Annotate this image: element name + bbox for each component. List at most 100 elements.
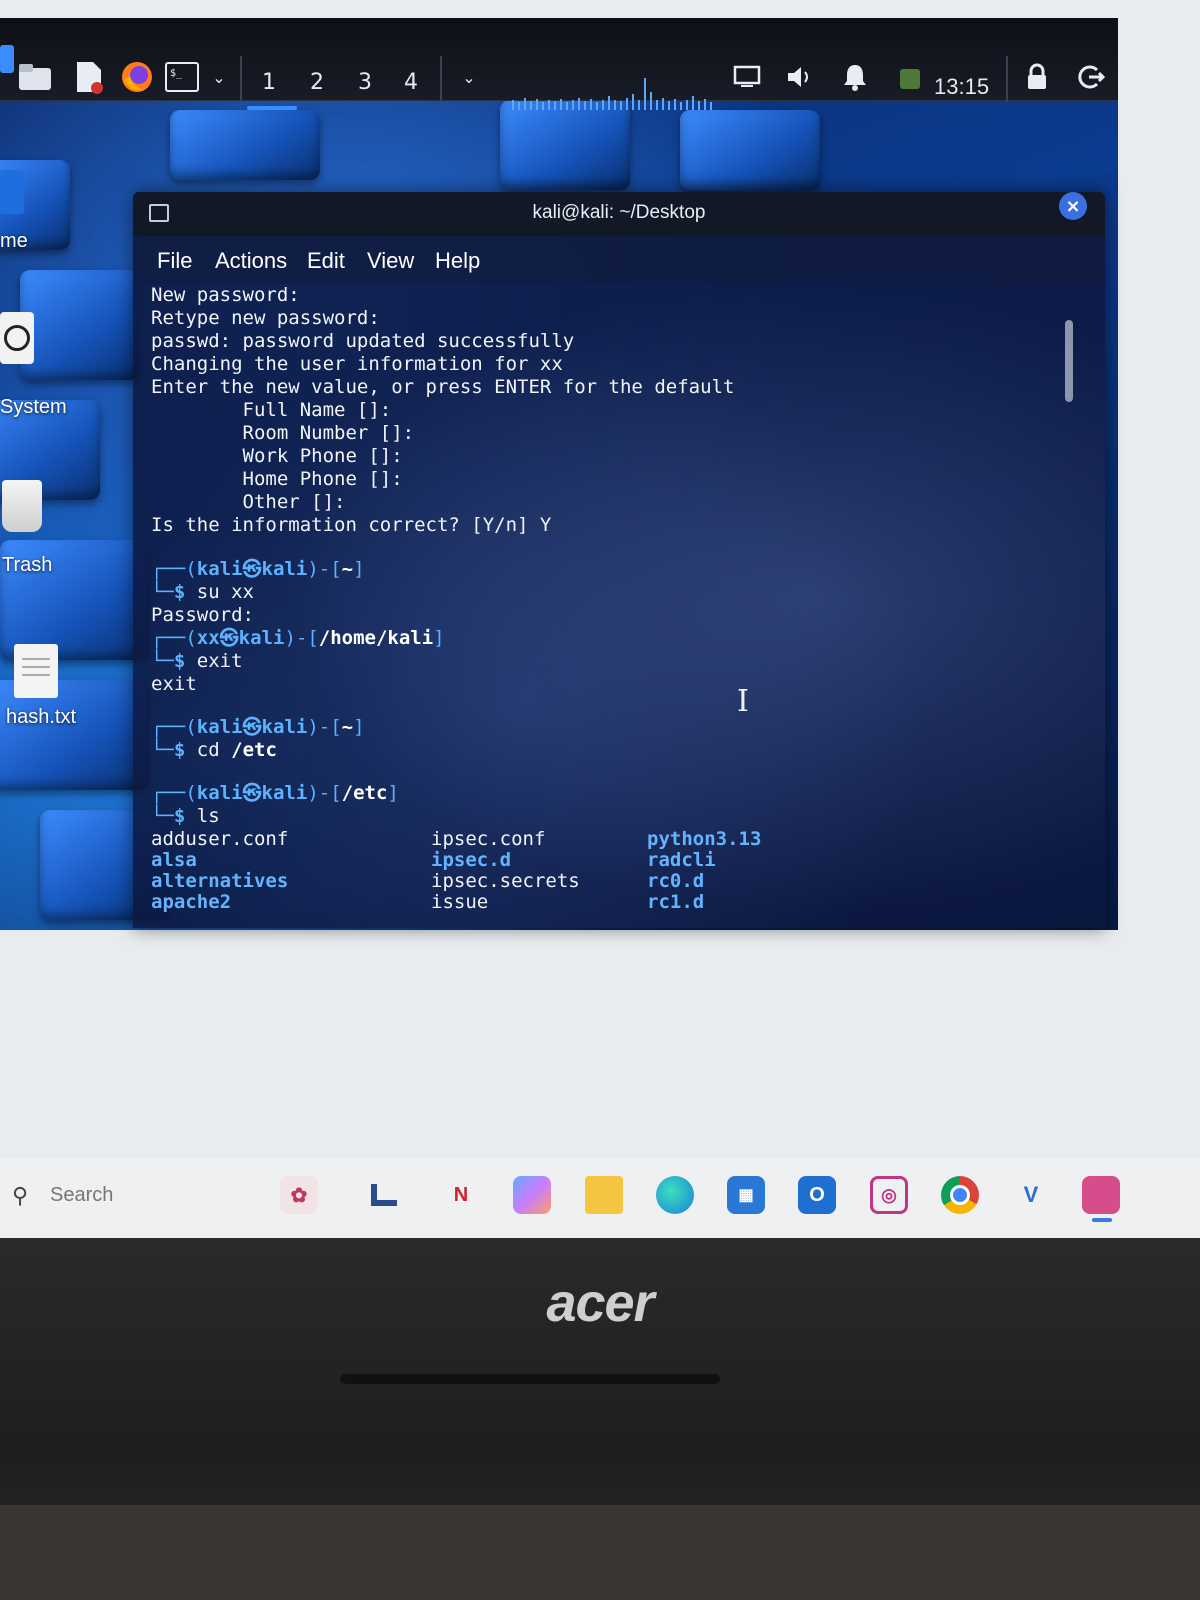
ls-entry: issue [431,891,489,913]
lock-icon[interactable] [1020,60,1054,94]
workspace-2[interactable]: 2 [310,70,324,95]
terminal-title: kali@kali: ~/Desktop [532,202,706,223]
prompt-header: ┌──(kali㉿kali)-[/etc] [151,782,399,804]
active-app-indicator [1092,1218,1112,1222]
wallpaper-keycap [20,270,140,380]
panel-separator [1006,56,1008,102]
prompt-command: └─$ su xx [151,581,254,603]
terminal-line: Is the information correct? [Y/n] Y [151,514,552,536]
ls-entry: ipsec.secrets [431,870,580,892]
chrome-icon[interactable] [941,1176,979,1214]
app-icon[interactable] [365,1176,403,1214]
chevron-down-icon[interactable]: ⌄ [202,60,236,94]
terminal-scrollbar[interactable] [1065,320,1073,402]
workspace-1[interactable]: 1 [262,70,276,95]
wallpaper-keycap [500,100,630,190]
terminal-line: New password: [151,284,300,306]
display-icon[interactable] [730,60,764,94]
prompt-command: └─$ ls [151,805,220,827]
text-file-icon [14,644,58,698]
volume-icon[interactable] [782,60,816,94]
prompt-header: ┌──(xx㉿kali)-[/home/kali] [151,627,445,649]
file-manager-icon[interactable] [18,60,52,94]
brand-logo: acer [546,1273,654,1333]
menu-edit[interactable]: Edit [307,248,345,274]
firefox-icon[interactable] [120,60,154,94]
prompt-host: kali [261,716,308,738]
prompt-host: kali [261,558,308,580]
ls-entry: radcli [647,849,716,871]
ls-entry: alternatives [151,870,289,892]
desktop-icon-label: Trash [2,554,53,576]
prompt-path: ~ [341,716,354,738]
prompt-path: /etc [341,782,388,804]
menu-file[interactable]: File [157,248,192,274]
logout-icon[interactable] [1074,60,1108,94]
n-app-icon[interactable]: N [442,1176,480,1214]
prompt-command: └─$ exit [151,650,243,672]
cpu-graph [512,78,712,110]
copilot-app-icon[interactable]: ✿ [280,1176,318,1214]
command-text: exit [196,650,243,672]
close-icon[interactable]: × [1059,192,1087,220]
prompt-header: ┌──(kali㉿kali)-[~] [151,558,365,580]
ls-entry: ipsec.d [431,849,512,871]
trash-icon [2,480,42,532]
folder-icon [0,170,24,214]
active-workspace-indicator [247,106,297,110]
laptop-base [0,1505,1200,1600]
outlook-icon[interactable]: O [798,1176,836,1214]
svg-text:$_: $_ [170,68,183,79]
file-explorer-icon[interactable] [585,1176,623,1214]
prompt-user: kali [196,716,243,738]
panel-separator [440,56,442,102]
terminal-icon[interactable]: $_ [165,60,199,94]
menu-actions[interactable]: Actions [215,248,287,274]
instagram-icon[interactable]: ◎ [870,1176,908,1214]
terminal-line: Password: [151,604,254,626]
ls-entry: rc0.d [647,870,705,892]
terminal-titlebar[interactable]: kali@kali: ~/Desktop [133,192,1105,236]
bezel-hinge [340,1374,720,1384]
edge-icon[interactable] [656,1176,694,1214]
prompt-host: kali [261,782,308,804]
network-status-icon[interactable] [893,62,927,96]
store-icon[interactable]: ▦ [727,1176,765,1214]
terminal-line: Retype new password: [151,307,380,329]
command-text: su xx [196,581,254,603]
workspace-3[interactable]: 3 [358,70,372,95]
terminal-menubar: File Actions Edit View Help [133,236,1105,284]
prompt-command: └─$ cd /etc [151,739,277,761]
prompt-host: kali [238,627,285,649]
menu-help[interactable]: Help [435,248,480,274]
ls-entry: alsa [151,849,197,871]
chevron-down-icon[interactable]: ⌄ [452,60,486,94]
desktop-icon-label: hash.txt [6,706,77,728]
menu-view[interactable]: View [367,248,414,274]
virtualbox-icon[interactable] [1082,1176,1120,1214]
terminal-window[interactable]: kali@kali: ~/Desktop File Actions Edit V… [133,192,1105,928]
prompt-header: ┌──(kali㉿kali)-[~] [151,716,365,738]
host-taskbar: ⚲ Search ✿ N ▦ O ◎ V [0,1158,1200,1238]
text-cursor-icon: I [737,684,749,719]
terminal-line: Home Phone []: [151,468,403,490]
bell-icon[interactable] [838,60,872,94]
ls-entry: rc1.d [647,891,705,913]
search-box[interactable]: Search [50,1184,113,1207]
search-icon[interactable]: ⚲ [12,1184,28,1209]
desktop-icon-label: System [0,396,67,418]
clock[interactable]: 13:15 [934,74,989,100]
workspace-4[interactable]: 4 [404,70,418,95]
terminal-line: Work Phone []: [151,445,403,467]
terminal-line: exit [151,673,197,695]
command-arg: /etc [231,739,277,761]
prompt-user: kali [196,558,243,580]
vs-app-icon[interactable]: V [1012,1176,1050,1214]
terminal-line: Changing the user information for xx [151,353,563,375]
terminal-output[interactable]: New password: Retype new password: passw… [151,284,1065,928]
widgets-icon[interactable] [513,1176,551,1214]
kali-top-panel: $_ ⌄ 1 2 3 4 ⌄ 13:15 [0,18,1118,110]
terminal-line: Other []: [151,491,346,513]
prompt-path: /home/kali [318,627,434,649]
text-editor-icon[interactable] [72,60,106,94]
